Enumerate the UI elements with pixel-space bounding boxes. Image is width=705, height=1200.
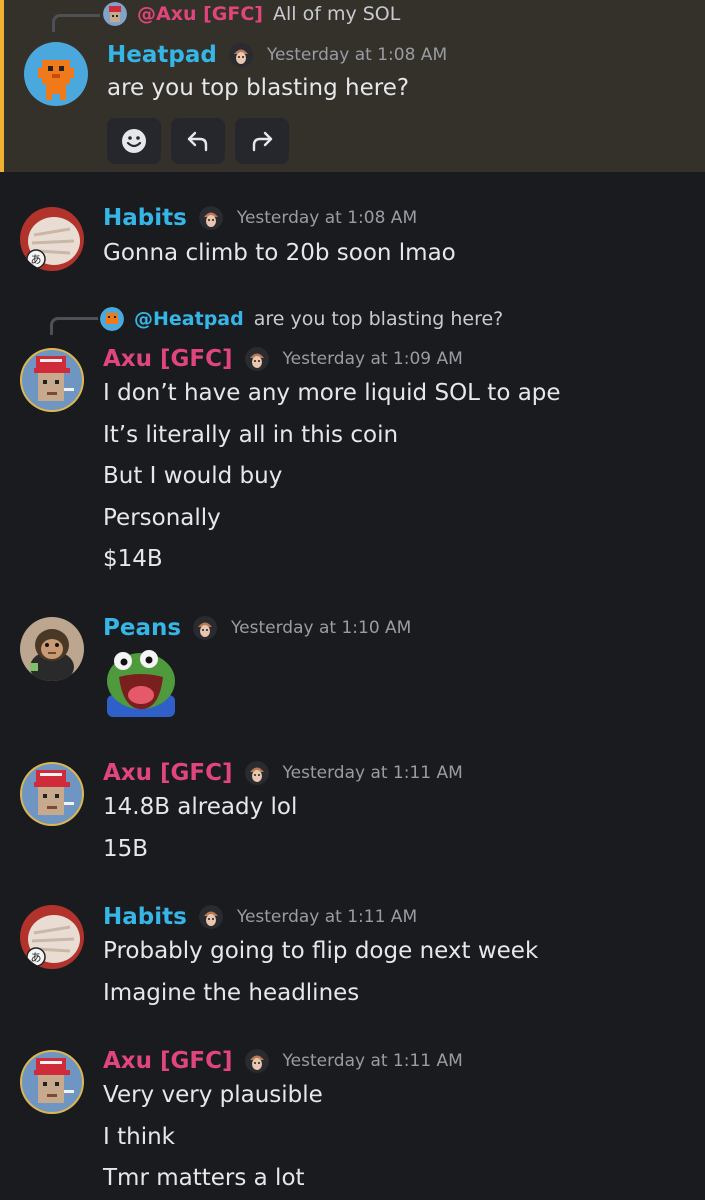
reply-avatar-heatpad xyxy=(100,307,124,331)
reply-preview[interactable]: @Axu [GFC] All of my SOL xyxy=(103,0,400,28)
message-text: $14B xyxy=(103,546,163,572)
user-badge-icon xyxy=(245,761,269,785)
user-badge-icon xyxy=(193,616,217,640)
username-peans[interactable]: Peans xyxy=(103,615,181,641)
avatar-habits[interactable]: あ xyxy=(20,905,84,969)
message-habits[interactable]: あ Habits Yesterday at 1:11 AM Probably g… xyxy=(0,893,705,1018)
message-axu-reply[interactable]: @Heatpad are you top blasting here? Axu … xyxy=(0,300,705,590)
svg-text:あ: あ xyxy=(31,951,42,964)
reply-mention[interactable]: @Axu [GFC] xyxy=(137,3,263,25)
message-text: 15B xyxy=(103,836,149,862)
message-habits[interactable]: あ Habits Yesterday at 1:08 AM Gonna clim… xyxy=(0,195,705,285)
message-timestamp[interactable]: Yesterday at 1:11 AM xyxy=(237,907,417,927)
message-timestamp[interactable]: Yesterday at 1:08 AM xyxy=(237,208,417,228)
message-text: Gonna climb to 20b soon lmao xyxy=(103,240,456,266)
message-text: Imagine the headlines xyxy=(103,980,360,1006)
username-axu[interactable]: Axu [GFC] xyxy=(103,1048,233,1074)
reply-icon xyxy=(187,131,208,152)
message-timestamp[interactable]: Yesterday at 1:08 AM xyxy=(267,45,447,65)
avatar-heatpad[interactable] xyxy=(24,42,88,106)
reply-button[interactable] xyxy=(171,118,225,164)
avatar-axu[interactable] xyxy=(20,348,84,412)
message-text: I think xyxy=(103,1124,175,1150)
add-reaction-button[interactable] xyxy=(107,118,161,164)
reply-avatar-axu xyxy=(103,2,127,26)
message-timestamp[interactable]: Yesterday at 1:10 AM xyxy=(231,618,411,638)
message-text: Tmr matters a lot xyxy=(103,1165,305,1191)
reply-text: are you top blasting here? xyxy=(253,308,504,330)
smile-icon xyxy=(122,129,146,153)
user-badge-icon xyxy=(245,347,269,371)
message-text: Probably going to flip doge next week xyxy=(103,938,539,964)
reply-spine xyxy=(50,317,98,335)
username-axu[interactable]: Axu [GFC] xyxy=(103,346,233,372)
user-badge-icon xyxy=(229,43,253,67)
message-text: It’s literally all in this coin xyxy=(103,422,399,448)
message-text: But I would buy xyxy=(103,463,283,489)
message-text: I don’t have any more liquid SOL to ape xyxy=(103,380,561,406)
reply-spine xyxy=(52,14,100,32)
reply-preview[interactable]: @Heatpad are you top blasting here? xyxy=(100,305,503,333)
avatar-axu[interactable] xyxy=(20,1050,84,1114)
forward-button[interactable] xyxy=(235,118,289,164)
message-text: 14.8B already lol xyxy=(103,794,298,820)
message-peans[interactable]: Peans Yesterday at 1:10 AM xyxy=(0,605,705,725)
message-text: are you top blasting here? xyxy=(107,75,410,101)
username-habits[interactable]: Habits xyxy=(103,904,187,930)
message-timestamp[interactable]: Yesterday at 1:09 AM xyxy=(283,349,463,369)
message-text: Personally xyxy=(103,505,221,531)
avatar-axu[interactable] xyxy=(20,762,84,826)
message-timestamp[interactable]: Yesterday at 1:11 AM xyxy=(283,763,463,783)
message-timestamp[interactable]: Yesterday at 1:11 AM xyxy=(283,1051,463,1071)
username-heatpad[interactable]: Heatpad xyxy=(107,42,217,68)
reply-mention[interactable]: @Heatpad xyxy=(134,308,244,330)
forward-icon xyxy=(252,131,273,152)
chat-message-list: @Axu [GFC] All of my SOL Heatpad Yesterd… xyxy=(0,0,705,1200)
svg-text:あ: あ xyxy=(31,253,42,266)
username-habits[interactable]: Habits xyxy=(103,205,187,231)
username-axu[interactable]: Axu [GFC] xyxy=(103,760,233,786)
message-heatpad-highlighted[interactable]: @Axu [GFC] All of my SOL Heatpad Yesterd… xyxy=(0,0,705,172)
message-text: Very very plausible xyxy=(103,1082,323,1108)
user-badge-icon xyxy=(199,206,223,230)
avatar-peans[interactable] xyxy=(20,617,84,681)
message-axu[interactable]: Axu [GFC] Yesterday at 1:11 AM Very very… xyxy=(0,1038,705,1200)
pepe-emote-sticker[interactable] xyxy=(103,645,179,717)
message-axu[interactable]: Axu [GFC] Yesterday at 1:11 AM 14.8B alr… xyxy=(0,750,705,870)
user-badge-icon xyxy=(199,905,223,929)
avatar-habits[interactable]: あ xyxy=(20,207,84,271)
user-badge-icon xyxy=(245,1049,269,1073)
reply-text: All of my SOL xyxy=(273,3,401,25)
